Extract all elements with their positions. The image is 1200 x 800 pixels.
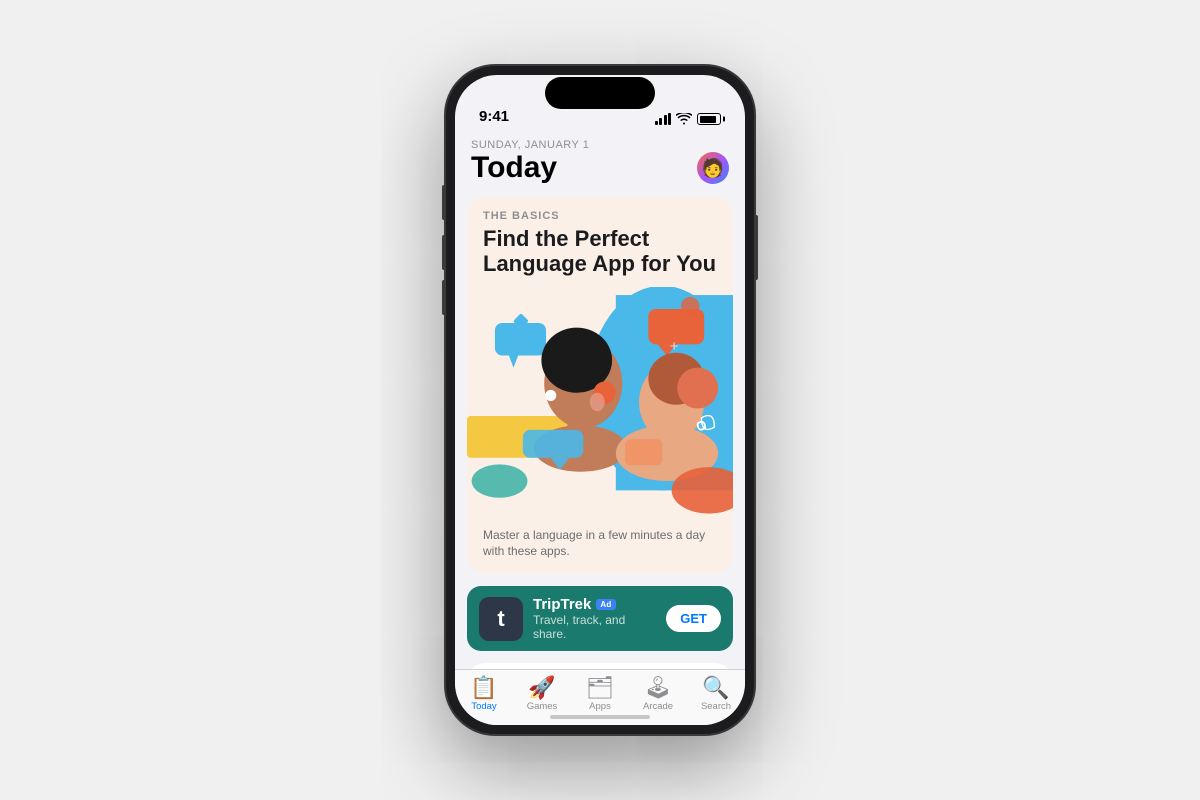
ad-badge: Ad [596,599,615,610]
tab-search[interactable]: 🔍 Search [687,677,745,712]
hero-card[interactable]: THE BASICS Find the Perfect Language App… [467,196,733,574]
wifi-icon [676,113,692,125]
content-scroll[interactable]: Sunday, January 1 Today 🧑 THE BASICS Fin… [455,131,745,669]
hero-title: Find the Perfect Language App for You [483,226,717,277]
arcade-icon: 🕹 [644,677,672,699]
tab-games-label: Games [527,701,558,712]
phone-shell: 9:41 [445,65,755,735]
tab-apps[interactable]: 🗂 Apps [571,677,629,712]
today-icon: 📋 [470,677,497,699]
apps-icon: 🗂 [586,677,614,699]
page-title: Today [471,151,589,184]
hero-illustration: + [467,287,733,517]
battery-icon [697,113,721,125]
ad-banner[interactable]: t TripTrek Ad Travel, track, and share. … [467,586,733,651]
scene: 9:41 [0,0,1200,800]
tab-games[interactable]: 🚀 Games [513,677,571,712]
hero-category: THE BASICS [483,210,717,222]
avatar[interactable]: 🧑 [697,152,729,184]
svg-text:+: + [670,338,679,354]
search-icon: 🔍 [702,677,729,699]
tab-search-label: Search [701,701,731,712]
ad-app-name: TripTrek Ad [533,596,656,613]
ad-app-icon: t [479,597,523,641]
signal-icon [655,113,672,125]
games-icon: 🚀 [528,677,555,699]
tab-today[interactable]: 📋 Today [455,677,513,712]
page-header: Sunday, January 1 Today 🧑 [455,131,745,196]
status-icons [655,113,722,125]
ad-description: Travel, track, and share. [533,613,656,641]
home-indicator [550,715,650,719]
tab-arcade[interactable]: 🕹 Arcade [629,677,687,712]
tab-arcade-label: Arcade [643,701,673,712]
status-time: 9:41 [479,108,655,125]
tab-today-label: Today [471,701,496,712]
tab-apps-label: Apps [589,701,611,712]
get-button[interactable]: GET [666,605,721,632]
date-label: Sunday, January 1 [471,139,589,151]
hero-description: Master a language in a few minutes a day… [467,517,733,575]
screen: 9:41 [455,75,745,725]
dynamic-island [545,77,655,109]
